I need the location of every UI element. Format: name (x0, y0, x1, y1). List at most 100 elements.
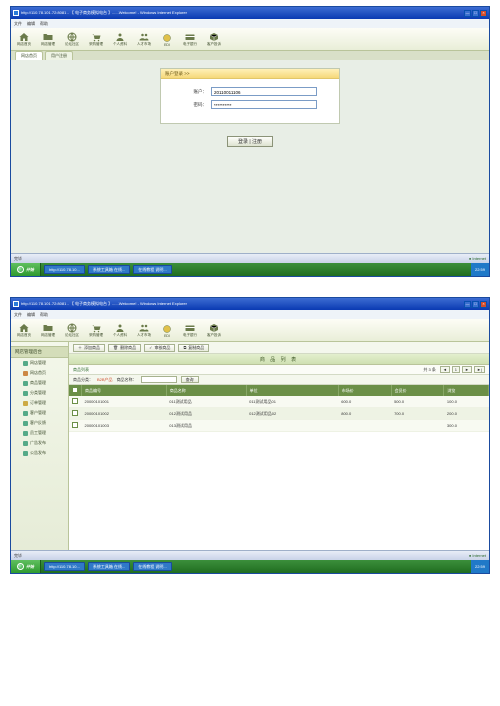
start-button[interactable]: 开始 (11, 263, 41, 276)
row-checkbox[interactable] (72, 398, 78, 404)
statusbar: 完毕 ● Internet (11, 253, 489, 263)
table-cell: 100.0 (444, 396, 489, 408)
add-product-button[interactable]: ＋添加商品 (73, 344, 105, 352)
sidebar-item[interactable]: 网店首页 (11, 368, 68, 378)
sidebar-item[interactable]: 订单管理 (11, 398, 68, 408)
pager-last[interactable]: ►| (474, 366, 485, 373)
titlebar[interactable]: http://110.78.101.72:8081 - 【 电子商务模拟电台 】… (11, 7, 489, 19)
tool-home[interactable]: 网店首页 (17, 31, 31, 47)
login-register-button[interactable]: 登录 | 注册 (227, 136, 273, 147)
table-row[interactable]: 20000101001011测试用品011测试用品01600.0500.0100… (69, 396, 489, 408)
search-button[interactable]: 查询 (181, 376, 199, 383)
row-checkbox[interactable] (72, 422, 78, 428)
column-header[interactable]: 商品编号 (82, 385, 167, 396)
tool-box[interactable]: 客户投诉 (207, 31, 221, 47)
login-panel: 账户登录 >> 账户： 20110011106 密码： ********** (160, 68, 340, 124)
system-tray[interactable]: 22:59 (471, 263, 489, 276)
column-header[interactable] (69, 385, 82, 396)
sidebar-item[interactable]: 客户反馈 (11, 418, 68, 428)
sidebar-item[interactable]: 公告发布 (11, 448, 68, 458)
tool-label: 客户投诉 (207, 333, 221, 338)
bullet-icon (23, 371, 28, 376)
pager-prev[interactable]: ◄ (440, 366, 450, 373)
column-header[interactable]: 单位 (246, 385, 338, 396)
minimize-button[interactable]: — (464, 10, 471, 17)
table-row[interactable]: 20000101002012测试用品012测试用品02800.0700.0200… (69, 408, 489, 420)
tool-folder[interactable]: 网店管理 (41, 322, 55, 338)
menu-file[interactable]: 文件 (14, 21, 22, 27)
tool-user[interactable]: 个人资料 (113, 322, 127, 338)
tool-cart[interactable]: 采购管理 (89, 322, 103, 338)
tool-globe[interactable]: 论坛社区 (65, 31, 79, 47)
minimize-button[interactable]: — (464, 301, 471, 308)
sidebar-item[interactable]: 商品管理 (11, 378, 68, 388)
window-title: http://110.78.101.72:8081 - 【 电子商务模拟电台 】… (21, 301, 464, 307)
column-header[interactable]: 浏览 (444, 385, 489, 396)
tool-user[interactable]: 个人资料 (113, 31, 127, 47)
pager-next[interactable]: ► (462, 366, 472, 373)
task-item[interactable]: 系统工具箱 在线... (88, 562, 130, 571)
category-chip[interactable]: B2B产品 (97, 377, 113, 383)
menu-help[interactable]: 帮助 (40, 21, 48, 27)
sidebar-item[interactable]: 分类管理 (11, 388, 68, 398)
list-link[interactable]: 商品列表 (73, 367, 89, 373)
tool-box[interactable]: 客户投诉 (207, 322, 221, 338)
sidebar-item-label: 客户反馈 (30, 420, 46, 426)
delete-product-button[interactable]: 🗑删除商品 (108, 344, 141, 352)
password-input[interactable]: ********** (211, 100, 317, 109)
task-item[interactable]: http://110.78.10... (44, 562, 85, 571)
tool-people[interactable]: 人才市场 (137, 322, 151, 338)
tool-people[interactable]: 人才市场 (137, 31, 151, 47)
filter-row: 商品分类： B2B产品 商品名称： 查询 (69, 375, 489, 385)
task-item[interactable]: http://110.78.10... (44, 265, 85, 274)
review-product-button[interactable]: ✓审核商品 (144, 344, 175, 352)
tool-coin[interactable]: EDI (161, 323, 173, 338)
tab-home[interactable]: 网店首页 (15, 51, 43, 60)
tool-home[interactable]: 网店首页 (17, 322, 31, 338)
task-item[interactable]: 系统工具箱 在线... (88, 265, 130, 274)
tray-time: 22:59 (475, 564, 485, 569)
taskbar: 开始 http://110.78.10... 系统工具箱 在线... 在线教程 … (11, 560, 489, 573)
sidebar-item-label: 订单管理 (30, 400, 46, 406)
tool-card[interactable]: 电子银行 (183, 31, 197, 47)
tool-coin[interactable]: EDI (161, 32, 173, 47)
menubar: 文件 编辑 帮助 (11, 310, 489, 319)
close-button[interactable]: × (480, 10, 487, 17)
column-header[interactable]: 市场价 (338, 385, 391, 396)
statusbar: 完毕 ● Internet (11, 550, 489, 560)
row-checkbox[interactable] (72, 410, 78, 416)
close-button[interactable]: × (480, 301, 487, 308)
detail-toolbar: ＋添加商品 🗑删除商品 ✓审核商品 ⧉复制商品 (69, 342, 489, 354)
maximize-button[interactable]: □ (472, 301, 479, 308)
copy-product-button[interactable]: ⧉复制商品 (178, 344, 209, 352)
task-item[interactable]: 在线教程 说明... (133, 265, 171, 274)
sidebar-item[interactable]: 网店管理 (11, 358, 68, 368)
titlebar[interactable]: http://110.78.101.72:8081 - 【 电子商务模拟电台 】… (11, 298, 489, 310)
menu-edit[interactable]: 编辑 (27, 312, 35, 318)
system-tray[interactable]: 22:59 (471, 560, 489, 573)
menu-file[interactable]: 文件 (14, 312, 22, 318)
column-header[interactable]: 会员价 (391, 385, 444, 396)
home-icon (18, 322, 30, 332)
menu-edit[interactable]: 编辑 (27, 21, 35, 27)
start-button[interactable]: 开始 (11, 560, 41, 573)
menu-help[interactable]: 帮助 (40, 312, 48, 318)
column-header[interactable]: 商品名称 (166, 385, 246, 396)
sidebar-item[interactable]: 员工管理 (11, 428, 68, 438)
username-input[interactable]: 20110011106 (211, 87, 317, 96)
sidebar-item[interactable]: 客户管理 (11, 408, 68, 418)
pager-page-1[interactable]: 1 (452, 366, 460, 373)
viewport: 账户登录 >> 账户： 20110011106 密码： ********** 登… (11, 68, 489, 253)
table-row[interactable]: 20000101003013测试用品300.0 (69, 420, 489, 432)
select-all-checkbox[interactable] (72, 387, 78, 393)
maximize-button[interactable]: □ (472, 10, 479, 17)
tool-folder[interactable]: 网店管理 (41, 31, 55, 47)
tool-card[interactable]: 电子银行 (183, 322, 197, 338)
task-item[interactable]: 在线教程 说明... (133, 562, 171, 571)
name-input[interactable] (141, 376, 177, 383)
sidebar-item[interactable]: 广告发布 (11, 438, 68, 448)
tab-register[interactable]: 用户注册 (45, 51, 73, 60)
tool-globe[interactable]: 论坛社区 (65, 322, 79, 338)
tool-cart[interactable]: 采购管理 (89, 31, 103, 47)
app-toolbar: 网店首页网店管理论坛社区采购管理个人资料人才市场 EDI 电子银行客户投诉 (11, 28, 489, 51)
